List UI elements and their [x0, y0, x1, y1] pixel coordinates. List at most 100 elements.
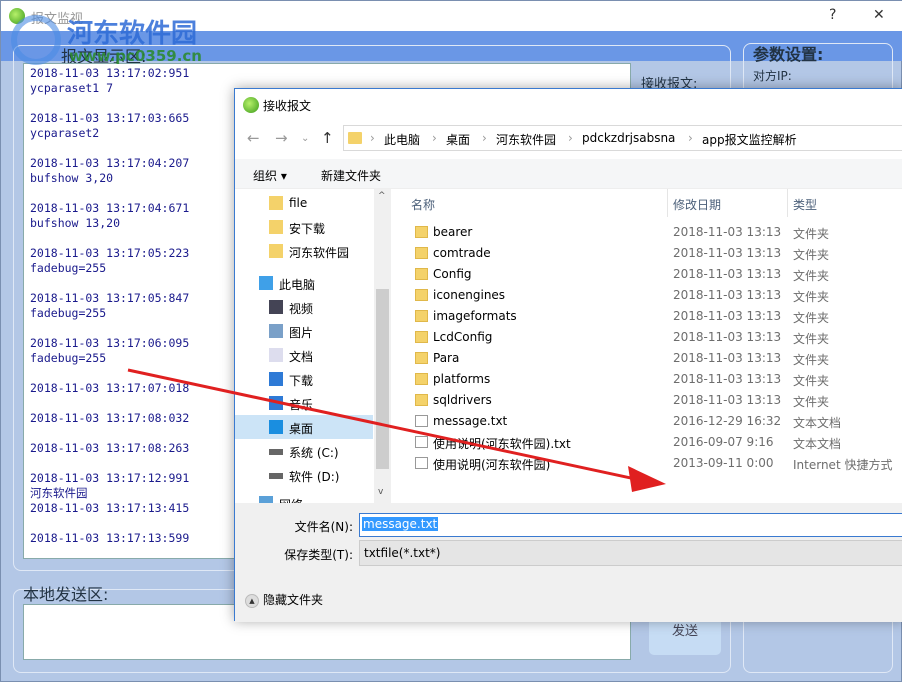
navigation-pane: file 安下载河东软件园此电脑视频图片文档下载 音乐 桌面系统 (C:) 软件 (D:…	[235, 189, 391, 503]
help-button[interactable]: ?	[829, 7, 836, 23]
breadcrumb-separator[interactable]: ›	[370, 131, 375, 145]
nav-item[interactable]: 音乐	[235, 391, 373, 415]
file-row[interactable]: imageformats 2018-11-03 13:13 文件夹	[405, 306, 902, 327]
dialog-title: 接收报文	[263, 99, 312, 113]
new-folder-button[interactable]: 新建文件夹	[321, 167, 381, 184]
nav-item-label: 系统 (C:)	[289, 446, 339, 460]
nav-item[interactable]: 安下载	[235, 215, 373, 239]
picture-icon	[269, 324, 283, 338]
folder-icon	[415, 352, 428, 364]
log-line: 2018-11-03 13:17:08:032	[30, 411, 190, 425]
breadcrumb-item[interactable]: pdckzdrjsabsna	[582, 131, 675, 145]
hide-folders-toggle[interactable]: ▲ 隐藏文件夹	[245, 591, 323, 608]
log-line: 2018-11-03 13:17:06:095	[30, 336, 190, 350]
nav-item[interactable]: 文档	[235, 343, 373, 367]
log-line: 河东软件园	[30, 486, 88, 500]
nav-item-label: 网络	[279, 496, 303, 503]
nav-item[interactable]: 图片	[235, 319, 373, 343]
folder-icon	[415, 226, 428, 238]
dialog-footer: 文件名(N): message.txt 保存类型(T): txtfile(*.t…	[235, 503, 902, 622]
nav-scrollbar[interactable]: ^ v	[374, 189, 391, 503]
organize-button[interactable]: 组织 ▾	[253, 167, 287, 184]
log-line: 2018-11-03 13:17:04:671	[30, 201, 190, 215]
folder-icon	[415, 310, 428, 322]
file-row[interactable]: message.txt 2016-12-29 16:32 文本文档	[405, 411, 902, 432]
address-bar[interactable]: › 此电脑 › 桌面 › 河东软件园 › pdckzdrjsabsna › app报文监控解析	[343, 125, 902, 151]
file-name: 使用说明(河东软件园)	[433, 458, 551, 472]
file-name: Config	[433, 267, 472, 281]
file-row[interactable]: LcdConfig 2018-11-03 13:13 文件夹	[405, 327, 902, 348]
breadcrumb-item[interactable]: 河东软件园	[496, 131, 556, 148]
up-arrow-icon[interactable]: ↑	[321, 129, 334, 147]
filename-label: 文件名(N):	[294, 520, 353, 534]
nav-item[interactable]: 网络	[235, 491, 373, 503]
folder-icon	[269, 196, 283, 210]
file-row[interactable]: Para 2018-11-03 13:13 文件夹	[405, 348, 902, 369]
breadcrumb-separator[interactable]: ›	[568, 131, 573, 145]
nav-item[interactable]: file	[235, 191, 373, 215]
file-row[interactable]: 使用说明(河东软件园).txt 2016-09-07 9:16 文本文档	[405, 432, 902, 453]
file-type: 文件夹	[793, 290, 830, 304]
forward-arrow-icon[interactable]: →	[275, 129, 288, 147]
nav-item[interactable]: 下载	[235, 367, 373, 391]
file-row[interactable]: bearer 2018-11-03 13:13 文件夹	[405, 222, 902, 243]
column-name[interactable]: 名称	[411, 196, 435, 213]
close-button[interactable]: ✕	[873, 7, 885, 23]
nav-item-label: file	[289, 196, 308, 210]
file-row[interactable]: comtrade 2018-11-03 13:13 文件夹	[405, 243, 902, 264]
breadcrumb-item[interactable]: 桌面	[446, 131, 470, 148]
column-date[interactable]: 修改日期	[673, 196, 721, 213]
file-date: 2018-11-03 13:13	[673, 330, 782, 344]
params-label: 参数设置:	[753, 45, 824, 64]
document-icon	[269, 348, 283, 362]
peer-ip-label: 对方IP:	[753, 69, 792, 83]
nav-item[interactable]: 视频	[235, 295, 373, 319]
folder-icon	[415, 331, 428, 343]
nav-item[interactable]: 桌面	[235, 415, 373, 439]
nav-item-label: 河东软件园	[289, 246, 350, 260]
nav-item[interactable]: 河东软件园	[235, 239, 373, 263]
file-type: 文件夹	[793, 311, 830, 325]
file-row[interactable]: 使用说明(河东软件园) 2013-09-11 0:00 Internet 快捷方式	[405, 453, 902, 474]
navigation-bar: ← → ⌄ ↑ › 此电脑 › 桌面 › 河东软件园 › pdckzdrjsabsna › app…	[235, 123, 902, 153]
file-name: platforms	[433, 372, 491, 386]
breadcrumb-separator[interactable]: ›	[688, 131, 693, 145]
file-name: imageformats	[433, 309, 517, 323]
download-icon	[269, 372, 283, 386]
breadcrumb-separator[interactable]: ›	[432, 131, 437, 145]
breadcrumb-item[interactable]: app报文监控解析	[702, 131, 797, 148]
breadcrumb-separator[interactable]: ›	[482, 131, 487, 145]
nav-item[interactable]: 软件 (D:)	[235, 463, 373, 487]
file-list: 名称 修改日期 类型 bearer 2018-11-03 13:13 文件夹 comt…	[391, 189, 902, 503]
log-line: 2018-11-03 13:17:13:599	[30, 531, 190, 545]
filename-input[interactable]: message.txt	[359, 513, 902, 537]
file-date: 2018-11-03 13:13	[673, 372, 782, 386]
file-row[interactable]: iconengines 2018-11-03 13:13 文件夹	[405, 285, 902, 306]
nav-item-label: 此电脑	[279, 278, 316, 292]
file-row[interactable]: Config 2018-11-03 13:13 文件夹	[405, 264, 902, 285]
column-type[interactable]: 类型	[793, 196, 817, 213]
file-name: iconengines	[433, 288, 506, 302]
file-name: LcdConfig	[433, 330, 493, 344]
file-date: 2013-09-11 0:00	[673, 456, 774, 470]
chevron-down-icon[interactable]: ⌄	[301, 133, 309, 144]
text-file-icon	[415, 415, 428, 427]
filetype-select[interactable]: txtfile(*.txt*)	[359, 540, 902, 566]
file-date: 2018-11-03 13:13	[673, 351, 782, 365]
nav-item-label: 图片	[289, 326, 314, 340]
drive-icon	[269, 449, 283, 455]
file-date: 2018-11-03 13:13	[673, 288, 782, 302]
log-line: 2018-11-03 13:17:13:415	[30, 501, 190, 515]
back-arrow-icon[interactable]: ←	[247, 129, 260, 147]
file-type: 文本文档	[793, 437, 842, 451]
breadcrumb-item[interactable]: 此电脑	[384, 131, 420, 148]
nav-item[interactable]: 系统 (C:)	[235, 439, 373, 463]
file-type: 文件夹	[793, 395, 830, 409]
file-type: 文件夹	[793, 353, 830, 367]
file-row[interactable]: sqldrivers 2018-11-03 13:13 文件夹	[405, 390, 902, 411]
nav-item-label: 文档	[289, 350, 314, 364]
file-row[interactable]: platforms 2018-11-03 13:13 文件夹	[405, 369, 902, 390]
nav-item[interactable]: 此电脑	[235, 271, 373, 295]
log-line: 2018-11-03 13:17:08:263	[30, 441, 190, 455]
file-type: 文件夹	[793, 248, 830, 262]
